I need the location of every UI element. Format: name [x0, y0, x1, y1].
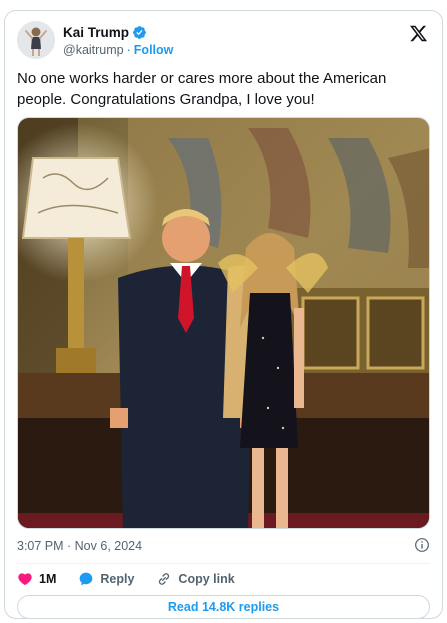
reply-button[interactable]: Reply [78, 571, 134, 587]
like-count: 1M [39, 572, 57, 586]
reply-label: Reply [100, 572, 135, 586]
action-bar: 1M Reply Copy link [17, 568, 235, 590]
user-info: Kai Trump @kaitrump · Follow [63, 23, 174, 58]
copy-link-button[interactable]: Copy link [156, 571, 235, 587]
heart-icon [18, 573, 32, 586]
copy-link-label: Copy link [178, 572, 235, 586]
avatar[interactable] [17, 21, 55, 59]
link-icon [159, 573, 170, 585]
verified-badge-icon [133, 25, 146, 39]
info-icon[interactable] [414, 537, 430, 553]
handle-separator: · [126, 43, 131, 57]
like-button[interactable]: 1M [17, 571, 56, 587]
tweet-timestamp[interactable]: 3:07 PM · Nov 6, 2024 [17, 539, 142, 553]
x-logo-icon[interactable] [409, 24, 428, 43]
tweet-card: Kai Trump @kaitrump · Follow No one work… [4, 10, 443, 619]
read-replies-button[interactable]: Read 14.8K replies [17, 595, 430, 619]
tweet-photo[interactable] [17, 117, 430, 529]
reply-bubble-icon [80, 572, 93, 586]
user-name[interactable]: Kai Trump [63, 25, 129, 40]
tweet-header: Kai Trump @kaitrump · Follow [17, 19, 430, 63]
photo-illustration [18, 118, 429, 528]
tweet-text: No one works harder or cares more about … [17, 70, 387, 108]
user-handle[interactable]: @kaitrump [63, 43, 124, 57]
divider [17, 563, 430, 564]
timestamp-row: 3:07 PM · Nov 6, 2024 [17, 537, 430, 555]
follow-button[interactable]: Follow [134, 43, 174, 57]
